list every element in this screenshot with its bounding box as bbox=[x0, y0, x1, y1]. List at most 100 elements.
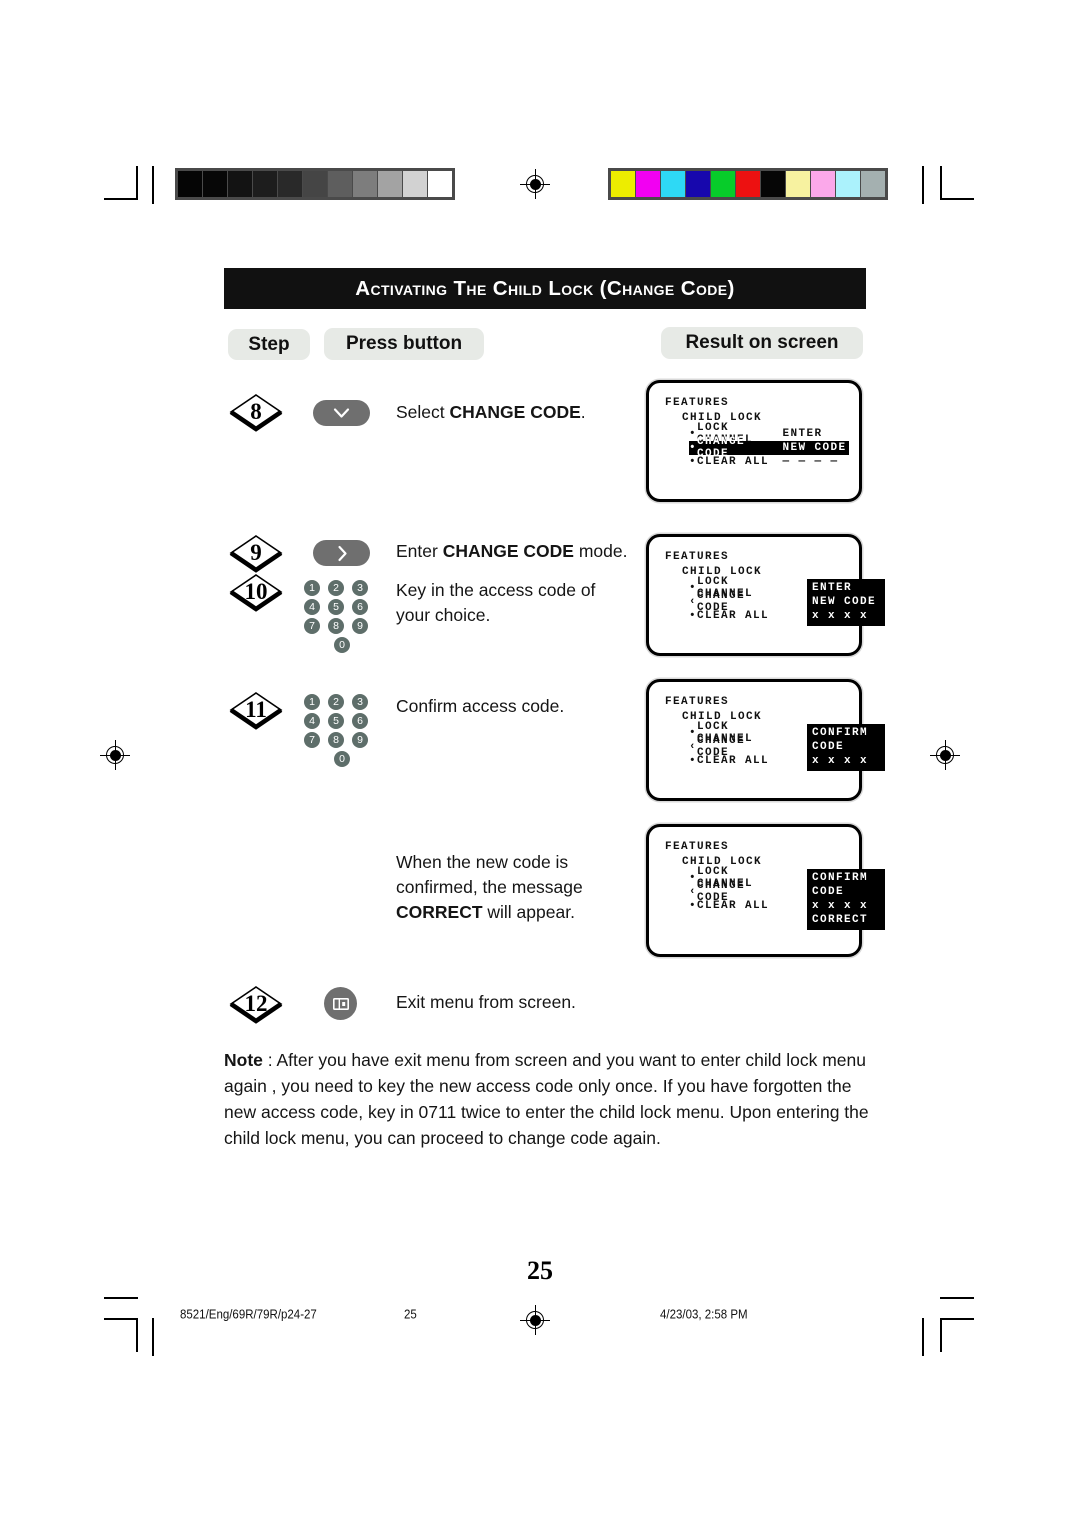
step-instruction-9: Enter CHANGE CODE mode. bbox=[396, 539, 634, 564]
keypad-key-9[interactable]: 9 bbox=[352, 618, 368, 634]
bullet-icon: • bbox=[689, 582, 698, 594]
step-instruction-12: Exit menu from screen. bbox=[396, 990, 634, 1015]
keypad-key-9[interactable]: 9 bbox=[352, 732, 368, 748]
keypad-key-4[interactable]: 4 bbox=[304, 713, 320, 729]
bullet-icon: • bbox=[689, 428, 698, 440]
keypad-key-8[interactable]: 8 bbox=[328, 618, 344, 634]
osd-value-row: CODE bbox=[812, 886, 845, 898]
osd-row-label: CLEAR ALL bbox=[697, 456, 770, 468]
keypad-row: 123 bbox=[304, 580, 380, 597]
osd-menu-row[interactable]: • CHANGE CODE NEW CODE bbox=[689, 436, 849, 460]
step-instruction-10: Key in the access code of your choice. bbox=[396, 578, 634, 628]
result-screen-11: FEATURES CHILD LOCK • LOCK CHANNEL ‹ CHANGE C… bbox=[646, 679, 885, 801]
page-title-bar: Activating the Child Lock (Change code) bbox=[224, 268, 866, 309]
osd-value-block: ENTER NEW CODE x x x x bbox=[807, 579, 885, 626]
keypad-key-5[interactable]: 5 bbox=[328, 713, 344, 729]
crop-line-bottom-left-a bbox=[104, 1297, 138, 1299]
osd-row-value: ENTER bbox=[782, 428, 823, 440]
keypad-key-4[interactable]: 4 bbox=[304, 599, 320, 615]
keypad-key-7[interactable]: 7 bbox=[304, 732, 320, 748]
keypad-key-3[interactable]: 3 bbox=[352, 694, 368, 710]
print-swatch bbox=[861, 171, 885, 197]
print-swatch bbox=[378, 171, 402, 197]
osd-heading: FEATURES bbox=[665, 551, 730, 563]
print-swatch bbox=[278, 171, 302, 197]
osd-heading: FEATURES bbox=[665, 841, 730, 853]
keypad-key-5[interactable]: 5 bbox=[328, 599, 344, 615]
registration-target-top bbox=[520, 169, 550, 199]
instruction-text-suffix: will appear. bbox=[482, 901, 575, 922]
instruction-text-suffix: mode. bbox=[573, 541, 628, 561]
menu-exit-icon bbox=[332, 997, 349, 1010]
osd-menu-row[interactable]: • CLEAR ALL — — — — bbox=[689, 455, 849, 469]
keypad-row: 789 bbox=[304, 732, 380, 749]
crop-mark-top-left bbox=[104, 166, 138, 200]
grayscale-swatch-bar bbox=[175, 168, 455, 200]
page-number: 25 bbox=[527, 1256, 553, 1285]
chevron-right-icon bbox=[337, 545, 347, 561]
osd-value-row: x x x x bbox=[812, 900, 869, 912]
print-swatch bbox=[253, 171, 277, 197]
print-swatch bbox=[203, 171, 227, 197]
note-text: : After you have exit menu from screen a… bbox=[224, 1050, 869, 1148]
bullet-icon: ‹ bbox=[689, 886, 698, 898]
keypad-key-1[interactable]: 1 bbox=[304, 580, 320, 596]
print-swatch bbox=[811, 171, 835, 197]
keypad-key-6[interactable]: 6 bbox=[352, 599, 368, 615]
instruction-text: Confirm access code. bbox=[396, 696, 565, 716]
keypad-key-0[interactable]: 0 bbox=[334, 637, 350, 653]
numeric-keypad-11[interactable]: 1234567890 bbox=[304, 694, 380, 770]
bullet-icon: • bbox=[689, 610, 698, 622]
column-header-press-button: Press button bbox=[324, 328, 484, 360]
keypad-key-7[interactable]: 7 bbox=[304, 618, 320, 634]
print-swatch bbox=[836, 171, 860, 197]
instruction-text-prefix: When the new code is confirmed, the mess… bbox=[396, 852, 583, 897]
footer-job-id: 8521/Eng/69R/79R/p24-27 bbox=[180, 1308, 317, 1322]
keypad-key-6[interactable]: 6 bbox=[352, 713, 368, 729]
button-menu-exit[interactable] bbox=[324, 987, 357, 1020]
keypad-key-2[interactable]: 2 bbox=[328, 580, 344, 596]
footer-page: 25 bbox=[404, 1308, 417, 1322]
keypad-key-0[interactable]: 0 bbox=[334, 751, 350, 767]
osd-heading: FEATURES bbox=[665, 696, 730, 708]
crop-line-top-left bbox=[152, 166, 154, 204]
keypad-row: 789 bbox=[304, 618, 380, 635]
step-marker-12: 12 bbox=[228, 984, 284, 1024]
button-right-arrow[interactable] bbox=[313, 540, 370, 566]
keypad-key-3[interactable]: 3 bbox=[352, 580, 368, 596]
osd-value-row: x x x x bbox=[812, 755, 869, 767]
button-down-arrow[interactable] bbox=[313, 400, 370, 426]
keypad-row: 123 bbox=[304, 694, 380, 711]
bullet-icon: • bbox=[689, 755, 698, 767]
step-marker-8: 8 bbox=[228, 392, 284, 432]
osd-value-row: CORRECT bbox=[812, 914, 869, 926]
keypad-key-1[interactable]: 1 bbox=[304, 694, 320, 710]
osd-row-label: CLEAR ALL bbox=[697, 610, 770, 622]
crop-line-top-right bbox=[922, 166, 924, 204]
step-number-label: 10 bbox=[244, 579, 268, 604]
keypad-row: 456 bbox=[304, 713, 380, 730]
osd-value-row: x x x x bbox=[812, 610, 869, 622]
instruction-text-bold: CHANGE CODE bbox=[449, 402, 581, 422]
keypad-row: 0 bbox=[304, 637, 380, 654]
step-instruction-11: Confirm access code. bbox=[396, 694, 634, 719]
crop-mark-bottom-right bbox=[940, 1318, 974, 1352]
chevron-down-icon bbox=[333, 408, 350, 418]
osd-menu-list: • LOCK CHANNEL ENTER • CHANGE CODE NEW CODE • C… bbox=[689, 422, 849, 469]
instruction-text: Key in the access code of your choice. bbox=[396, 580, 596, 625]
print-swatch bbox=[736, 171, 760, 197]
osd-value-block: CONFIRM CODE x x x x bbox=[807, 724, 885, 771]
crop-line-bottom-right-b bbox=[922, 1318, 924, 1356]
crop-line-bottom-right-a bbox=[940, 1297, 974, 1299]
keypad-key-2[interactable]: 2 bbox=[328, 694, 344, 710]
step-marker-10: 10 bbox=[228, 572, 284, 612]
print-swatch bbox=[428, 171, 452, 197]
page-canvas: Activating the Child Lock (Change code) … bbox=[0, 0, 1080, 1528]
result-screen-9-10: FEATURES CHILD LOCK • LOCK CHANNEL ‹ CHANGE C… bbox=[646, 534, 885, 656]
keypad-key-8[interactable]: 8 bbox=[328, 732, 344, 748]
print-swatch bbox=[686, 171, 710, 197]
osd-menu: FEATURES CHILD LOCK • LOCK CHANNEL ‹ CHANGE C… bbox=[665, 551, 885, 626]
osd-value-row: ENTER bbox=[812, 582, 853, 594]
numeric-keypad-10[interactable]: 1234567890 bbox=[304, 580, 380, 656]
note-block: Note : After you have exit menu from scr… bbox=[224, 1048, 874, 1152]
